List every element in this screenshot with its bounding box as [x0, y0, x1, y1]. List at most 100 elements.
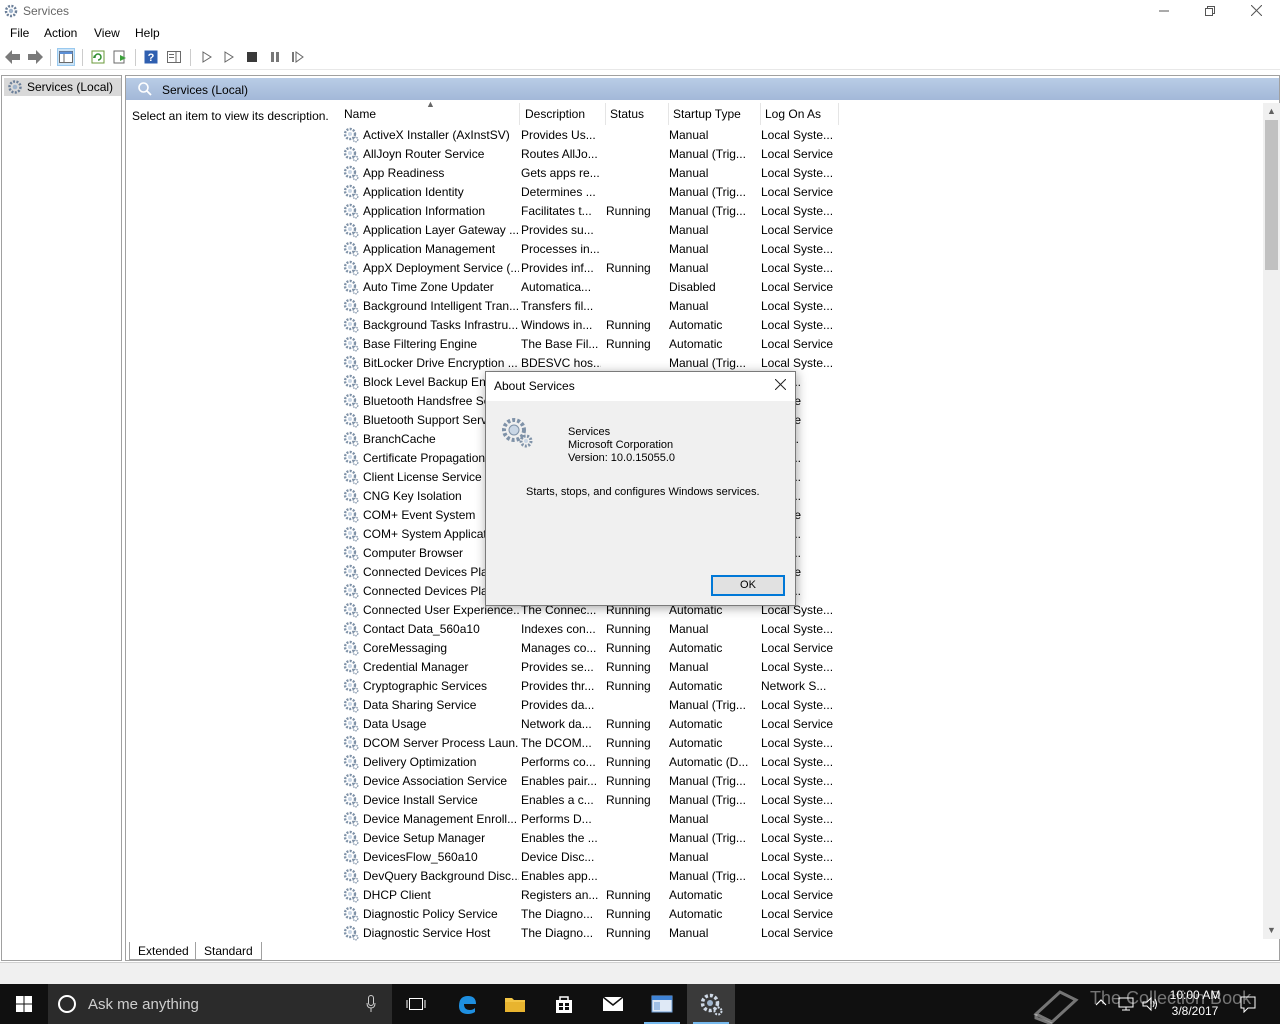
table-row[interactable]: Background Intelligent Tran... Transfers …: [340, 297, 840, 316]
table-row[interactable]: Credential Manager Provides se... Running M…: [340, 658, 840, 677]
table-row[interactable]: Application Layer Gateway ... Provides su…: [340, 221, 840, 240]
table-row[interactable]: CoreMessaging Manages co... Running Automat…: [340, 639, 840, 658]
column-header-status[interactable]: Status: [606, 103, 669, 125]
scroll-up-icon[interactable]: ▲: [1263, 103, 1280, 120]
show-hide-action-pane-button[interactable]: [165, 48, 183, 66]
restore-button[interactable]: [1187, 0, 1233, 24]
menu-view[interactable]: View: [94, 26, 120, 40]
service-startup-type: Manual (Trig...: [669, 356, 746, 370]
table-row[interactable]: AllJoyn Router Service Routes AllJo... Man…: [340, 145, 840, 164]
microphone-icon[interactable]: [366, 995, 376, 1013]
refresh-button[interactable]: [89, 48, 107, 66]
service-status: Running: [606, 888, 651, 902]
service-description: Provides da...: [521, 698, 595, 712]
console-tree-icon: [59, 51, 73, 63]
taskbar-services[interactable]: [687, 984, 735, 1024]
menu-file[interactable]: File: [10, 26, 29, 40]
table-row[interactable]: Cryptographic Services Provides thr... Run…: [340, 677, 840, 696]
start-service-button[interactable]: [198, 48, 216, 66]
table-row[interactable]: Application Management Processes in... Man…: [340, 240, 840, 259]
table-row[interactable]: Delivery Optimization Performs co... Runni…: [340, 753, 840, 772]
table-row[interactable]: Data Usage Network da... Running Automatic L…: [340, 715, 840, 734]
taskbar-mail[interactable]: [589, 984, 637, 1024]
tree-item-services-local[interactable]: Services (Local): [4, 78, 121, 96]
service-description: The DCOM...: [521, 736, 592, 750]
cortana-search-box[interactable]: Ask me anything: [48, 984, 392, 1024]
help-button[interactable]: ?: [142, 48, 160, 66]
back-button[interactable]: [4, 48, 22, 66]
service-startup-type: Automatic: [669, 318, 723, 332]
menu-help[interactable]: Help: [135, 26, 160, 40]
service-status: Running: [606, 926, 651, 940]
taskbar-mmc-console[interactable]: [638, 984, 686, 1024]
service-startup-type: Automatic: [669, 337, 723, 351]
taskbar-edge[interactable]: [443, 984, 491, 1024]
play-outline-icon: [224, 51, 234, 63]
service-log-on-as: Local Syste...: [761, 812, 834, 826]
column-header-description[interactable]: Description: [521, 103, 606, 125]
dialog-close-button[interactable]: [769, 375, 791, 397]
service-description: Performs co...: [521, 755, 596, 769]
table-row[interactable]: Device Management Enroll... Performs D...…: [340, 810, 840, 829]
service-startup-type: Automatic: [669, 736, 723, 750]
vertical-scrollbar[interactable]: ▲ ▼: [1263, 103, 1280, 939]
table-row[interactable]: Contact Data_560a10 Indexes con... Running…: [340, 620, 840, 639]
table-row[interactable]: ActiveX Installer (AxInstSV) Provides Us.…: [340, 126, 840, 145]
table-row[interactable]: DHCP Client Registers an... Running Automat…: [340, 886, 840, 905]
table-row[interactable]: DevQuery Background Disc... Enables app..…: [340, 867, 840, 886]
start-button[interactable]: [0, 984, 48, 1024]
table-row[interactable]: Base Filtering Engine The Base Fil... Runn…: [340, 335, 840, 354]
menu-action[interactable]: Action: [44, 26, 77, 40]
task-view-button[interactable]: [392, 984, 440, 1024]
export-list-button[interactable]: [111, 48, 129, 66]
table-row[interactable]: Device Install Service Enables a c... Runn…: [340, 791, 840, 810]
table-row[interactable]: Application Identity Determines ... Manual…: [340, 183, 840, 202]
service-description: Transfers fil...: [521, 299, 594, 313]
tab-standard[interactable]: Standard: [195, 942, 262, 960]
scrollbar-thumb[interactable]: [1265, 120, 1278, 270]
service-gear-icon: [343, 355, 359, 371]
table-row[interactable]: Data Sharing Service Provides da... Manual…: [340, 696, 840, 715]
table-row[interactable]: DCOM Server Process Laun... The DCOM... Ru…: [340, 734, 840, 753]
close-button[interactable]: [1233, 0, 1279, 24]
chevron-up-icon[interactable]: [1095, 998, 1107, 1006]
service-log-on-as: Local Service: [761, 147, 834, 161]
tab-extended[interactable]: Extended: [129, 942, 198, 960]
show-hide-console-tree-button[interactable]: [57, 48, 75, 66]
table-row[interactable]: AppX Deployment Service (... Provides inf…: [340, 259, 840, 278]
start-service-with-params-button[interactable]: [220, 48, 238, 66]
table-row[interactable]: Device Association Service Enables pair..…: [340, 772, 840, 791]
table-row[interactable]: App Readiness Gets apps re... Manual Local …: [340, 164, 840, 183]
service-gear-icon: [343, 583, 359, 599]
restart-service-button[interactable]: [289, 48, 307, 66]
pause-service-button[interactable]: [266, 48, 284, 66]
stop-service-button[interactable]: [243, 48, 261, 66]
table-row[interactable]: Background Tasks Infrastru... Windows in.…: [340, 316, 840, 335]
table-row[interactable]: Device Setup Manager Enables the ... Manua…: [340, 829, 840, 848]
minimize-button[interactable]: [1141, 0, 1187, 24]
column-header-log-on-as[interactable]: Log On As: [761, 103, 839, 125]
action-center-icon[interactable]: [1239, 995, 1257, 1013]
ok-button[interactable]: OK: [711, 575, 785, 596]
scroll-down-icon[interactable]: ▼: [1263, 922, 1280, 939]
table-row[interactable]: Diagnostic Policy Service The Diagno... Ru…: [340, 905, 840, 924]
taskbar-store[interactable]: [540, 984, 588, 1024]
table-row[interactable]: DevicesFlow_560a10 Device Disc... Manual Lo…: [340, 848, 840, 867]
service-description: The Base Fil...: [521, 337, 599, 351]
table-row[interactable]: Application Information Facilitates t... R…: [340, 202, 840, 221]
service-gear-icon: [343, 830, 359, 846]
table-row[interactable]: Auto Time Zone Updater Automatica... Disab…: [340, 278, 840, 297]
volume-icon[interactable]: [1141, 995, 1159, 1013]
clock[interactable]: 10:00 AM 3/8/2017: [1165, 987, 1225, 1019]
column-header-name[interactable]: Name: [340, 103, 520, 125]
column-header-startup-type[interactable]: Startup Type: [669, 103, 761, 125]
forward-button[interactable]: [26, 48, 44, 66]
taskbar-file-explorer[interactable]: [491, 984, 539, 1024]
service-startup-type: Manual: [669, 242, 709, 256]
service-gear-icon: [343, 279, 359, 295]
service-name: Application Identity: [363, 185, 464, 199]
service-gear-icon: [343, 811, 359, 827]
network-icon[interactable]: [1117, 995, 1135, 1013]
service-gear-icon: [343, 127, 359, 143]
clock-time: 10:00 AM: [1169, 988, 1221, 1002]
